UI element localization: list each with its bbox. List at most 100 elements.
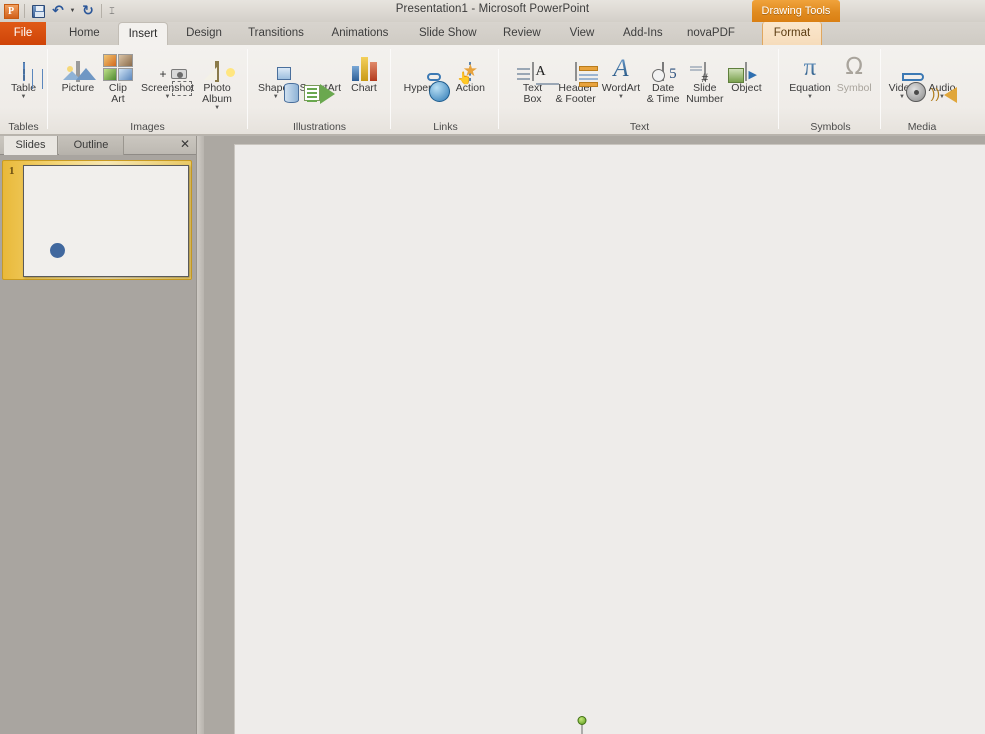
tab-label: File: [13, 27, 33, 39]
tab-label: Review: [503, 27, 541, 39]
photo-album-button[interactable]: Photo Album ▼: [197, 47, 237, 111]
icon-wrap: ▶: [728, 49, 757, 83]
smartart-button[interactable]: SmartArt: [297, 47, 344, 104]
ribbon-group-separator-6: [880, 49, 881, 129]
tab-slide-show[interactable]: Slide Show: [410, 22, 482, 45]
ribbon-group-text: A Text Box Header & Footer A WordArt ▼ 5 Date &…: [500, 45, 779, 135]
table-button[interactable]: Table ▼: [4, 47, 44, 100]
ribbon-button-label: Object: [731, 82, 762, 94]
chevron-down-icon[interactable]: ▼: [618, 94, 624, 100]
tab-label: View: [569, 27, 595, 39]
ribbon-button-label: Equation: [789, 82, 831, 94]
tab-label: Slide Show: [419, 27, 477, 39]
ribbon-group-tables: Table ▼ Tables: [0, 45, 47, 135]
ribbon-group-separator-1: [47, 49, 48, 129]
action-button[interactable]: ★ 👆 Action: [450, 47, 490, 94]
slides-tab[interactable]: Slides: [4, 136, 58, 155]
ribbon-button-label: Picture: [61, 82, 95, 94]
tab-novapdf[interactable]: novaPDF: [678, 22, 736, 45]
equation-button[interactable]: π Equation ▼: [786, 47, 833, 100]
tab-design[interactable]: Design: [176, 22, 232, 45]
chevron-down-icon[interactable]: ▼: [21, 94, 27, 100]
ribbon-tab-strip: File Home Insert Design Transitions Animation…: [0, 22, 985, 45]
wordart-button[interactable]: A WordArt ▼: [599, 47, 643, 101]
ribbon-group-items: A Text Box Header & Footer A WordArt ▼ 5 Date &…: [500, 47, 779, 115]
slide-number-icon: #: [689, 62, 708, 84]
ribbon-group-links: Hyperlink ★ 👆 Action Links: [392, 45, 499, 135]
tab-format[interactable]: Format: [762, 22, 822, 45]
ribbon-button-label: Date & Time: [646, 82, 680, 105]
screenshot-button[interactable]: + Screenshot ▼: [138, 47, 197, 100]
ribbon-group-items: π Equation ▼ Ω Symbol: [780, 47, 881, 115]
tab-label: Animations: [331, 27, 389, 39]
tab-label: Add-Ins: [623, 27, 663, 39]
tab-file[interactable]: File: [0, 22, 46, 45]
ribbon-button-label: Symbol: [836, 82, 872, 94]
slide-thumbnail-list: 1: [2, 160, 192, 280]
ribbon-group-symbols: π Equation ▼ Ω Symbol Symbols: [780, 45, 881, 135]
audio-button[interactable]: )) Audio ▼: [922, 47, 962, 103]
picture-button[interactable]: Picture: [58, 47, 98, 94]
tab-home[interactable]: Home: [60, 22, 108, 45]
ribbon-button-label: Slide Number: [686, 82, 724, 105]
shapes-button[interactable]: Shapes ▼: [255, 47, 299, 103]
slide-number-button[interactable]: # Slide Number: [683, 47, 726, 105]
picture-icon: [62, 61, 96, 82]
outline-tab[interactable]: Outline: [59, 136, 124, 155]
ribbon-group-items: Picture Clip Art + Screenshot ▼ Photo Album ▼: [48, 47, 247, 115]
ribbon-button-label: Text Box: [522, 82, 543, 105]
ribbon-group-media: Video ▼)) Audio ▼ Media: [882, 45, 962, 135]
rotation-handle-stem: [581, 724, 583, 734]
ribbon-button-label: Photo Album: [202, 82, 232, 105]
icon-wrap: #: [689, 49, 708, 84]
ribbon-button-label: Clip Art: [108, 82, 127, 105]
chevron-down-icon[interactable]: ▼: [273, 94, 279, 100]
slide-edit-area: [204, 136, 985, 734]
chart-button[interactable]: Chart: [344, 47, 384, 94]
ribbon-group-items: Hyperlink ★ 👆 Action: [392, 47, 499, 115]
chevron-down-icon[interactable]: ▼: [214, 105, 220, 111]
slide-number-label: 1: [9, 165, 15, 177]
close-pane-icon[interactable]: ✕: [178, 138, 192, 152]
tab-insert[interactable]: Insert: [118, 22, 168, 45]
pane-tab-strip: Slides Outline ✕: [0, 136, 196, 155]
ribbon-group-separator-4: [498, 49, 499, 129]
slide-canvas[interactable]: [235, 145, 985, 734]
tab-view[interactable]: View: [560, 22, 604, 45]
table-icon: [22, 62, 43, 89]
symbol-icon: Ω: [845, 54, 863, 80]
chevron-down-icon[interactable]: ▼: [165, 94, 171, 100]
ribbon-group-label: Symbols: [810, 121, 851, 133]
text-box-button[interactable]: A Text Box: [513, 47, 559, 105]
rotation-handle-icon[interactable]: [577, 716, 587, 725]
icon-wrap: A: [516, 49, 559, 85]
ribbon-group-items: Video ▼)) Audio ▼: [882, 47, 962, 115]
ribbon-group-separator-3: [390, 49, 391, 129]
ribbon-group-separator-2: [247, 49, 248, 129]
tab-label: Insert: [128, 28, 158, 40]
object-button[interactable]: ▶ Object: [726, 47, 766, 94]
tab-review[interactable]: Review: [494, 22, 548, 45]
equation-icon: π: [795, 54, 825, 81]
pane-splitter[interactable]: [196, 136, 204, 734]
clip-art-icon: [102, 54, 133, 81]
chevron-down-icon[interactable]: ▼: [899, 94, 905, 100]
tab-transitions[interactable]: Transitions: [238, 22, 314, 45]
icon-wrap: [22, 49, 43, 89]
tab-label: Format: [773, 27, 811, 39]
header-footer-button[interactable]: Header & Footer: [553, 47, 599, 105]
tab-label: novaPDF: [687, 27, 735, 39]
chevron-down-icon[interactable]: ▼: [807, 94, 813, 100]
photo-album-icon: [204, 61, 236, 82]
date-time-button[interactable]: 5 Date & Time: [643, 47, 683, 105]
action-icon: ★ 👆: [457, 60, 478, 85]
hyperlink-button[interactable]: Hyperlink: [401, 47, 451, 102]
ribbon-group-label: Media: [907, 121, 937, 133]
tab-add-ins[interactable]: Add-Ins: [614, 22, 668, 45]
tab-animations[interactable]: Animations: [322, 22, 398, 45]
slide-thumbnail-item[interactable]: 1: [2, 160, 192, 280]
clip-art-button[interactable]: Clip Art: [98, 47, 138, 105]
contextual-tools-header: Drawing Tools: [752, 0, 840, 23]
video-button[interactable]: Video ▼: [882, 47, 926, 102]
wordart-icon: A: [607, 55, 635, 81]
